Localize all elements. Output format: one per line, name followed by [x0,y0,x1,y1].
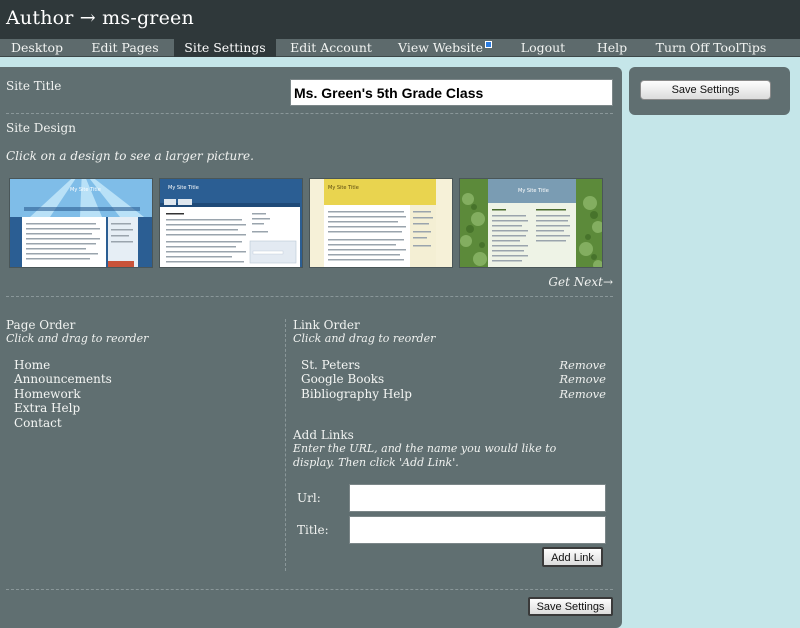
page-order-hint: Click and drag to reorder [6,332,149,345]
nav-edit-account[interactable]: Edit Account [282,39,380,57]
page-order-item[interactable]: Extra Help [14,401,80,415]
site-design-label: Site Design [6,121,76,135]
design-thumbnail-4[interactable]: My Site Title [459,178,603,268]
link-order-label: Link Order [293,318,360,332]
thumb-2-title: My Site Title [168,185,199,191]
nav-site-settings[interactable]: Site Settings [174,39,276,57]
remove-link-button[interactable]: Remove [559,358,606,372]
settings-panel: Site Title Ms. Green's 5th Grade Class S… [0,67,622,628]
page-order-label: Page Order [6,318,76,332]
remove-link-button[interactable]: Remove [559,372,606,386]
save-settings-button-top[interactable]: Save Settings [640,80,771,100]
title-label: Title: [297,523,329,537]
page-order-item[interactable]: Contact [14,416,62,430]
nav-edit-pages[interactable]: Edit Pages [80,39,170,57]
page-order-item[interactable]: Homework [14,387,81,401]
add-links-label: Add Links [293,428,354,442]
add-link-button[interactable]: Add Link [542,547,603,567]
design-thumbnail-1[interactable]: My Site Title [9,178,153,268]
nav-view-website[interactable]: View Website [395,39,495,57]
site-design-instruction: Click on a design to see a larger pictur… [6,149,254,163]
column-divider [285,319,286,571]
add-links-instructions: Enter the URL, and the name you would li… [293,442,557,455]
nav-logout[interactable]: Logout [510,39,576,57]
nav-view-website-label: View Website [398,40,483,55]
design-thumbnail-2[interactable]: My Site Title [159,178,303,268]
nav-help[interactable]: Help [590,39,634,57]
app-title: Author → ms-green [6,7,194,29]
nav-turn-off-tooltips[interactable]: Turn Off ToolTips [650,39,772,57]
divider [6,589,613,590]
title-input[interactable] [349,516,606,544]
add-links-instructions: display. Then click 'Add Link'. [293,456,459,469]
design-thumbnail-3[interactable]: My Site Title [309,178,453,268]
link-order-item[interactable]: St. Peters [301,358,360,372]
page-order-item[interactable]: Home [14,358,50,372]
side-panel: Save Settings [629,67,790,115]
divider [6,296,613,297]
page-order-item[interactable]: Announcements [14,372,112,386]
external-link-icon [484,41,492,48]
get-next-link[interactable]: Get Next→ [548,275,613,289]
thumb-4-title: My Site Title [518,188,549,194]
link-order-item[interactable]: Google Books [301,372,384,386]
remove-link-button[interactable]: Remove [559,387,606,401]
divider [6,113,613,114]
thumb-1-title: My Site Title [70,187,101,193]
thumb-3-title: My Site Title [328,185,359,191]
link-order-item[interactable]: Bibliography Help [301,387,412,401]
nav-desktop[interactable]: Desktop [0,39,74,57]
app-header: Author → ms-green [0,0,800,39]
url-input[interactable] [349,484,606,512]
site-title-input[interactable]: Ms. Green's 5th Grade Class [290,79,613,106]
link-order-hint: Click and drag to reorder [293,332,436,345]
save-settings-button[interactable]: Save Settings [528,597,613,616]
main-nav: Desktop Edit Pages Site Settings Edit Ac… [0,39,800,57]
url-label: Url: [297,491,321,505]
site-title-label: Site Title [6,79,62,93]
